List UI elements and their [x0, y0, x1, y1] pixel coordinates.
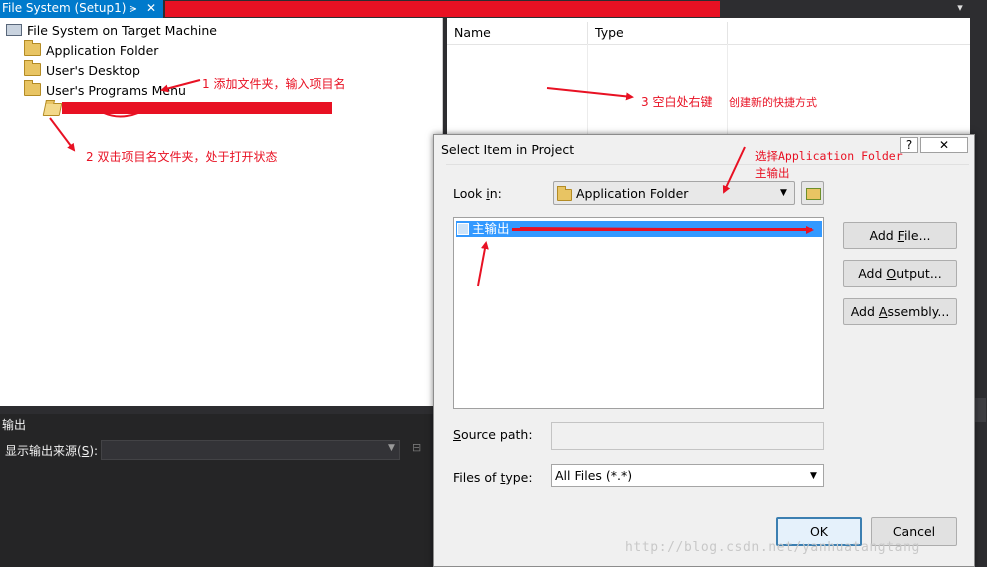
watermark: http://blog.csdn.net/yanhuatangtang [625, 540, 920, 555]
annotation-arrows [49, 79, 814, 287]
arrow-item [477, 241, 489, 287]
arrow-step-2 [49, 117, 76, 152]
arrow-step-1 [160, 79, 201, 93]
arrow-step-4 [722, 146, 746, 194]
arrow-item-right [519, 225, 814, 234]
arrow-step-3 [546, 87, 634, 101]
arrow-curl [103, 112, 139, 118]
